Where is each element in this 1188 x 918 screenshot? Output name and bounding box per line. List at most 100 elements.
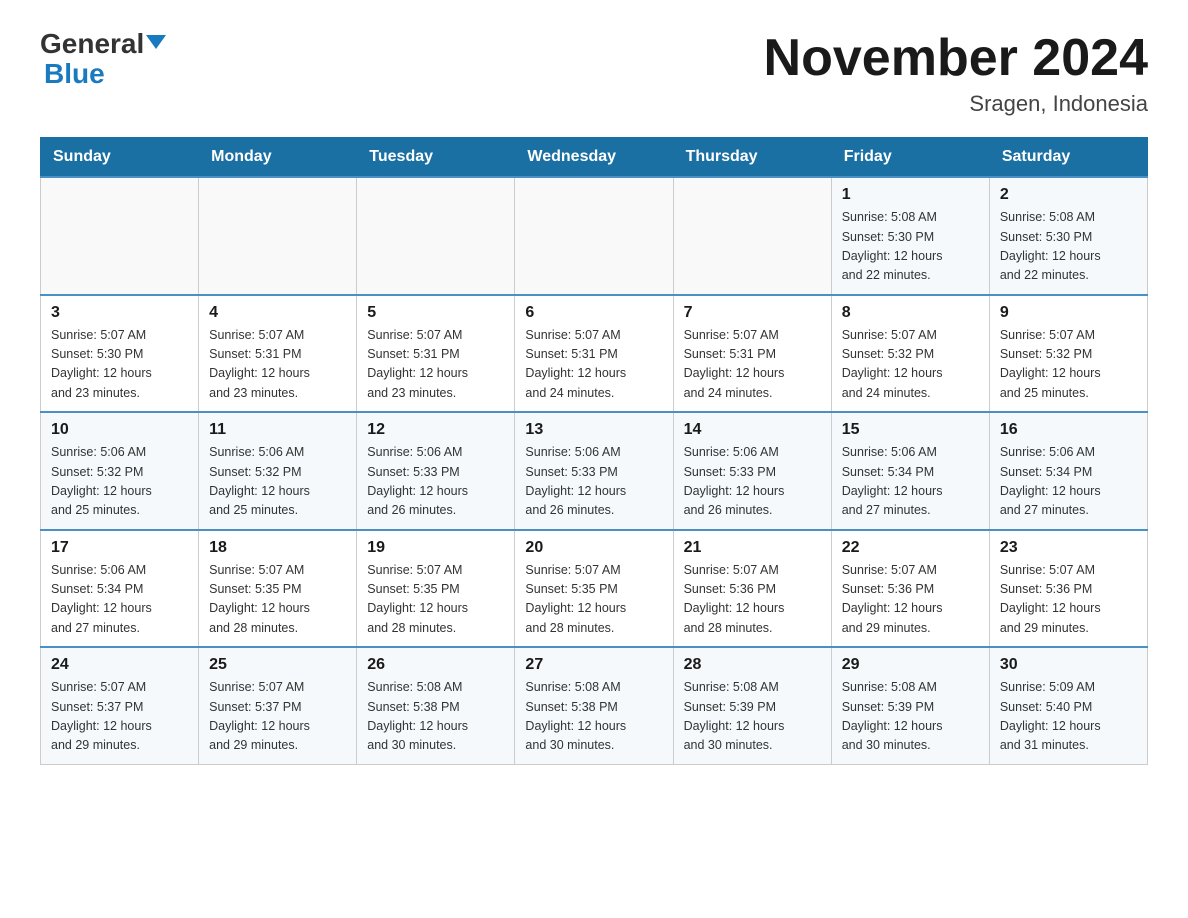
calendar-cell: 23 Sunrise: 5:07 AMSunset: 5:36 PMDayligh… xyxy=(989,530,1147,648)
calendar-week-row: 1 Sunrise: 5:08 AMSunset: 5:30 PMDaylight… xyxy=(41,177,1148,295)
logo-general-text: General xyxy=(40,28,166,59)
day-number: 12 xyxy=(367,421,504,439)
day-number: 21 xyxy=(684,539,821,557)
calendar-cell: 19Sunrise: 5:07 AMSunset: 5:35 PMDayligh… xyxy=(357,530,515,648)
day-info: Sunrise: 5:07 AMSunset: 5:32 PMDaylight:… xyxy=(1000,326,1137,404)
day-info: Sunrise: 5:07 AMSunset: 5:31 PMDaylight:… xyxy=(209,326,346,404)
day-info: Sunrise: 5:09 AMSunset: 5:40 PMDaylight:… xyxy=(1000,678,1137,756)
day-number: 2 xyxy=(1000,186,1137,204)
day-info: Sunrise: 5:07 AMSunset: 5:36 PMDaylight:… xyxy=(842,561,979,639)
day-number: 5 xyxy=(367,304,504,322)
day-number: 26 xyxy=(367,656,504,674)
calendar-header-row: SundayMondayTuesdayWednesdayThursdayFrid… xyxy=(41,138,1148,178)
day-number: 19 xyxy=(367,539,504,557)
calendar-cell: 18 Sunrise: 5:07 AMSunset: 5:35 PMDayligh… xyxy=(199,530,357,648)
day-header-thursday: Thursday xyxy=(673,138,831,178)
title-area: November 2024 Sragen, Indonesia xyxy=(764,30,1148,117)
calendar-week-row: 24 Sunrise: 5:07 AMSunset: 5:37 PMDayligh… xyxy=(41,647,1148,764)
day-info: Sunrise: 5:07 AMSunset: 5:35 PMDaylight:… xyxy=(209,561,346,639)
logo-blue-text: Blue xyxy=(40,60,105,88)
calendar-cell: 24 Sunrise: 5:07 AMSunset: 5:37 PMDayligh… xyxy=(41,647,199,764)
calendar-cell xyxy=(515,177,673,295)
day-number: 24 xyxy=(51,656,188,674)
calendar-body: 1 Sunrise: 5:08 AMSunset: 5:30 PMDaylight… xyxy=(41,177,1148,764)
day-info: Sunrise: 5:08 AMSunset: 5:30 PMDaylight:… xyxy=(842,208,979,286)
day-info: Sunrise: 5:07 AMSunset: 5:36 PMDaylight:… xyxy=(1000,561,1137,639)
calendar-cell xyxy=(199,177,357,295)
day-number: 7 xyxy=(684,304,821,322)
day-header-monday: Monday xyxy=(199,138,357,178)
calendar-week-row: 17 Sunrise: 5:06 AMSunset: 5:34 PMDayligh… xyxy=(41,530,1148,648)
calendar-cell: 26 Sunrise: 5:08 AMSunset: 5:38 PMDayligh… xyxy=(357,647,515,764)
calendar-cell: 9 Sunrise: 5:07 AMSunset: 5:32 PMDaylight… xyxy=(989,295,1147,413)
month-title: November 2024 xyxy=(764,30,1148,87)
calendar-cell: 2Sunrise: 5:08 AMSunset: 5:30 PMDaylight… xyxy=(989,177,1147,295)
calendar-cell xyxy=(673,177,831,295)
day-number: 22 xyxy=(842,539,979,557)
day-number: 16 xyxy=(1000,421,1137,439)
day-info: Sunrise: 5:07 AMSunset: 5:35 PMDaylight:… xyxy=(525,561,662,639)
calendar-cell: 22 Sunrise: 5:07 AMSunset: 5:36 PMDayligh… xyxy=(831,530,989,648)
calendar-cell: 11 Sunrise: 5:06 AMSunset: 5:32 PMDayligh… xyxy=(199,412,357,530)
calendar-cell xyxy=(41,177,199,295)
calendar-cell: 30 Sunrise: 5:09 AMSunset: 5:40 PMDayligh… xyxy=(989,647,1147,764)
day-info: Sunrise: 5:06 AMSunset: 5:34 PMDaylight:… xyxy=(842,443,979,521)
day-info: Sunrise: 5:07 AMSunset: 5:31 PMDaylight:… xyxy=(684,326,821,404)
calendar-cell: 6 Sunrise: 5:07 AMSunset: 5:31 PMDaylight… xyxy=(515,295,673,413)
logo-triangle-icon xyxy=(146,35,166,49)
day-number: 29 xyxy=(842,656,979,674)
day-info: Sunrise: 5:07 AMSunset: 5:37 PMDaylight:… xyxy=(51,678,188,756)
day-info: Sunrise: 5:07 AMSunset: 5:31 PMDaylight:… xyxy=(367,326,504,404)
day-info: Sunrise: 5:06 AMSunset: 5:32 PMDaylight:… xyxy=(209,443,346,521)
day-number: 25 xyxy=(209,656,346,674)
day-number: 11 xyxy=(209,421,346,439)
calendar-cell xyxy=(357,177,515,295)
day-number: 27 xyxy=(525,656,662,674)
day-number: 20 xyxy=(525,539,662,557)
day-number: 18 xyxy=(209,539,346,557)
calendar-cell: 8Sunrise: 5:07 AMSunset: 5:32 PMDaylight… xyxy=(831,295,989,413)
day-info: Sunrise: 5:06 AMSunset: 5:33 PMDaylight:… xyxy=(525,443,662,521)
calendar-cell: 14 Sunrise: 5:06 AMSunset: 5:33 PMDayligh… xyxy=(673,412,831,530)
calendar: SundayMondayTuesdayWednesdayThursdayFrid… xyxy=(40,137,1148,765)
day-number: 10 xyxy=(51,421,188,439)
day-header-wednesday: Wednesday xyxy=(515,138,673,178)
day-number: 15 xyxy=(842,421,979,439)
calendar-cell: 20 Sunrise: 5:07 AMSunset: 5:35 PMDayligh… xyxy=(515,530,673,648)
day-number: 8 xyxy=(842,304,979,322)
day-number: 14 xyxy=(684,421,821,439)
calendar-cell: 4Sunrise: 5:07 AMSunset: 5:31 PMDaylight… xyxy=(199,295,357,413)
logo: General Blue xyxy=(40,30,166,88)
day-info: Sunrise: 5:07 AMSunset: 5:36 PMDaylight:… xyxy=(684,561,821,639)
day-info: Sunrise: 5:06 AMSunset: 5:33 PMDaylight:… xyxy=(684,443,821,521)
location: Sragen, Indonesia xyxy=(764,91,1148,117)
day-info: Sunrise: 5:07 AMSunset: 5:37 PMDaylight:… xyxy=(209,678,346,756)
calendar-cell: 17 Sunrise: 5:06 AMSunset: 5:34 PMDayligh… xyxy=(41,530,199,648)
day-number: 1 xyxy=(842,186,979,204)
day-info: Sunrise: 5:08 AMSunset: 5:38 PMDaylight:… xyxy=(525,678,662,756)
day-number: 3 xyxy=(51,304,188,322)
calendar-cell: 5 Sunrise: 5:07 AMSunset: 5:31 PMDaylight… xyxy=(357,295,515,413)
day-info: Sunrise: 5:08 AMSunset: 5:38 PMDaylight:… xyxy=(367,678,504,756)
day-number: 23 xyxy=(1000,539,1137,557)
logo-top: General xyxy=(40,30,166,58)
calendar-cell: 27 Sunrise: 5:08 AMSunset: 5:38 PMDayligh… xyxy=(515,647,673,764)
day-number: 6 xyxy=(525,304,662,322)
day-info: Sunrise: 5:06 AMSunset: 5:34 PMDaylight:… xyxy=(1000,443,1137,521)
day-number: 17 xyxy=(51,539,188,557)
day-number: 30 xyxy=(1000,656,1137,674)
calendar-cell: 7 Sunrise: 5:07 AMSunset: 5:31 PMDaylight… xyxy=(673,295,831,413)
day-info: Sunrise: 5:07 AMSunset: 5:31 PMDaylight:… xyxy=(525,326,662,404)
day-info: Sunrise: 5:06 AMSunset: 5:34 PMDaylight:… xyxy=(51,561,188,639)
day-info: Sunrise: 5:07 AMSunset: 5:30 PMDaylight:… xyxy=(51,326,188,404)
day-header-friday: Friday xyxy=(831,138,989,178)
day-header-sunday: Sunday xyxy=(41,138,199,178)
calendar-cell: 29 Sunrise: 5:08 AMSunset: 5:39 PMDayligh… xyxy=(831,647,989,764)
day-info: Sunrise: 5:08 AMSunset: 5:39 PMDaylight:… xyxy=(842,678,979,756)
calendar-cell: 21 Sunrise: 5:07 AMSunset: 5:36 PMDayligh… xyxy=(673,530,831,648)
calendar-cell: 10 Sunrise: 5:06 AMSunset: 5:32 PMDayligh… xyxy=(41,412,199,530)
day-info: Sunrise: 5:06 AMSunset: 5:32 PMDaylight:… xyxy=(51,443,188,521)
calendar-week-row: 10 Sunrise: 5:06 AMSunset: 5:32 PMDayligh… xyxy=(41,412,1148,530)
day-number: 9 xyxy=(1000,304,1137,322)
calendar-cell: 15 Sunrise: 5:06 AMSunset: 5:34 PMDayligh… xyxy=(831,412,989,530)
